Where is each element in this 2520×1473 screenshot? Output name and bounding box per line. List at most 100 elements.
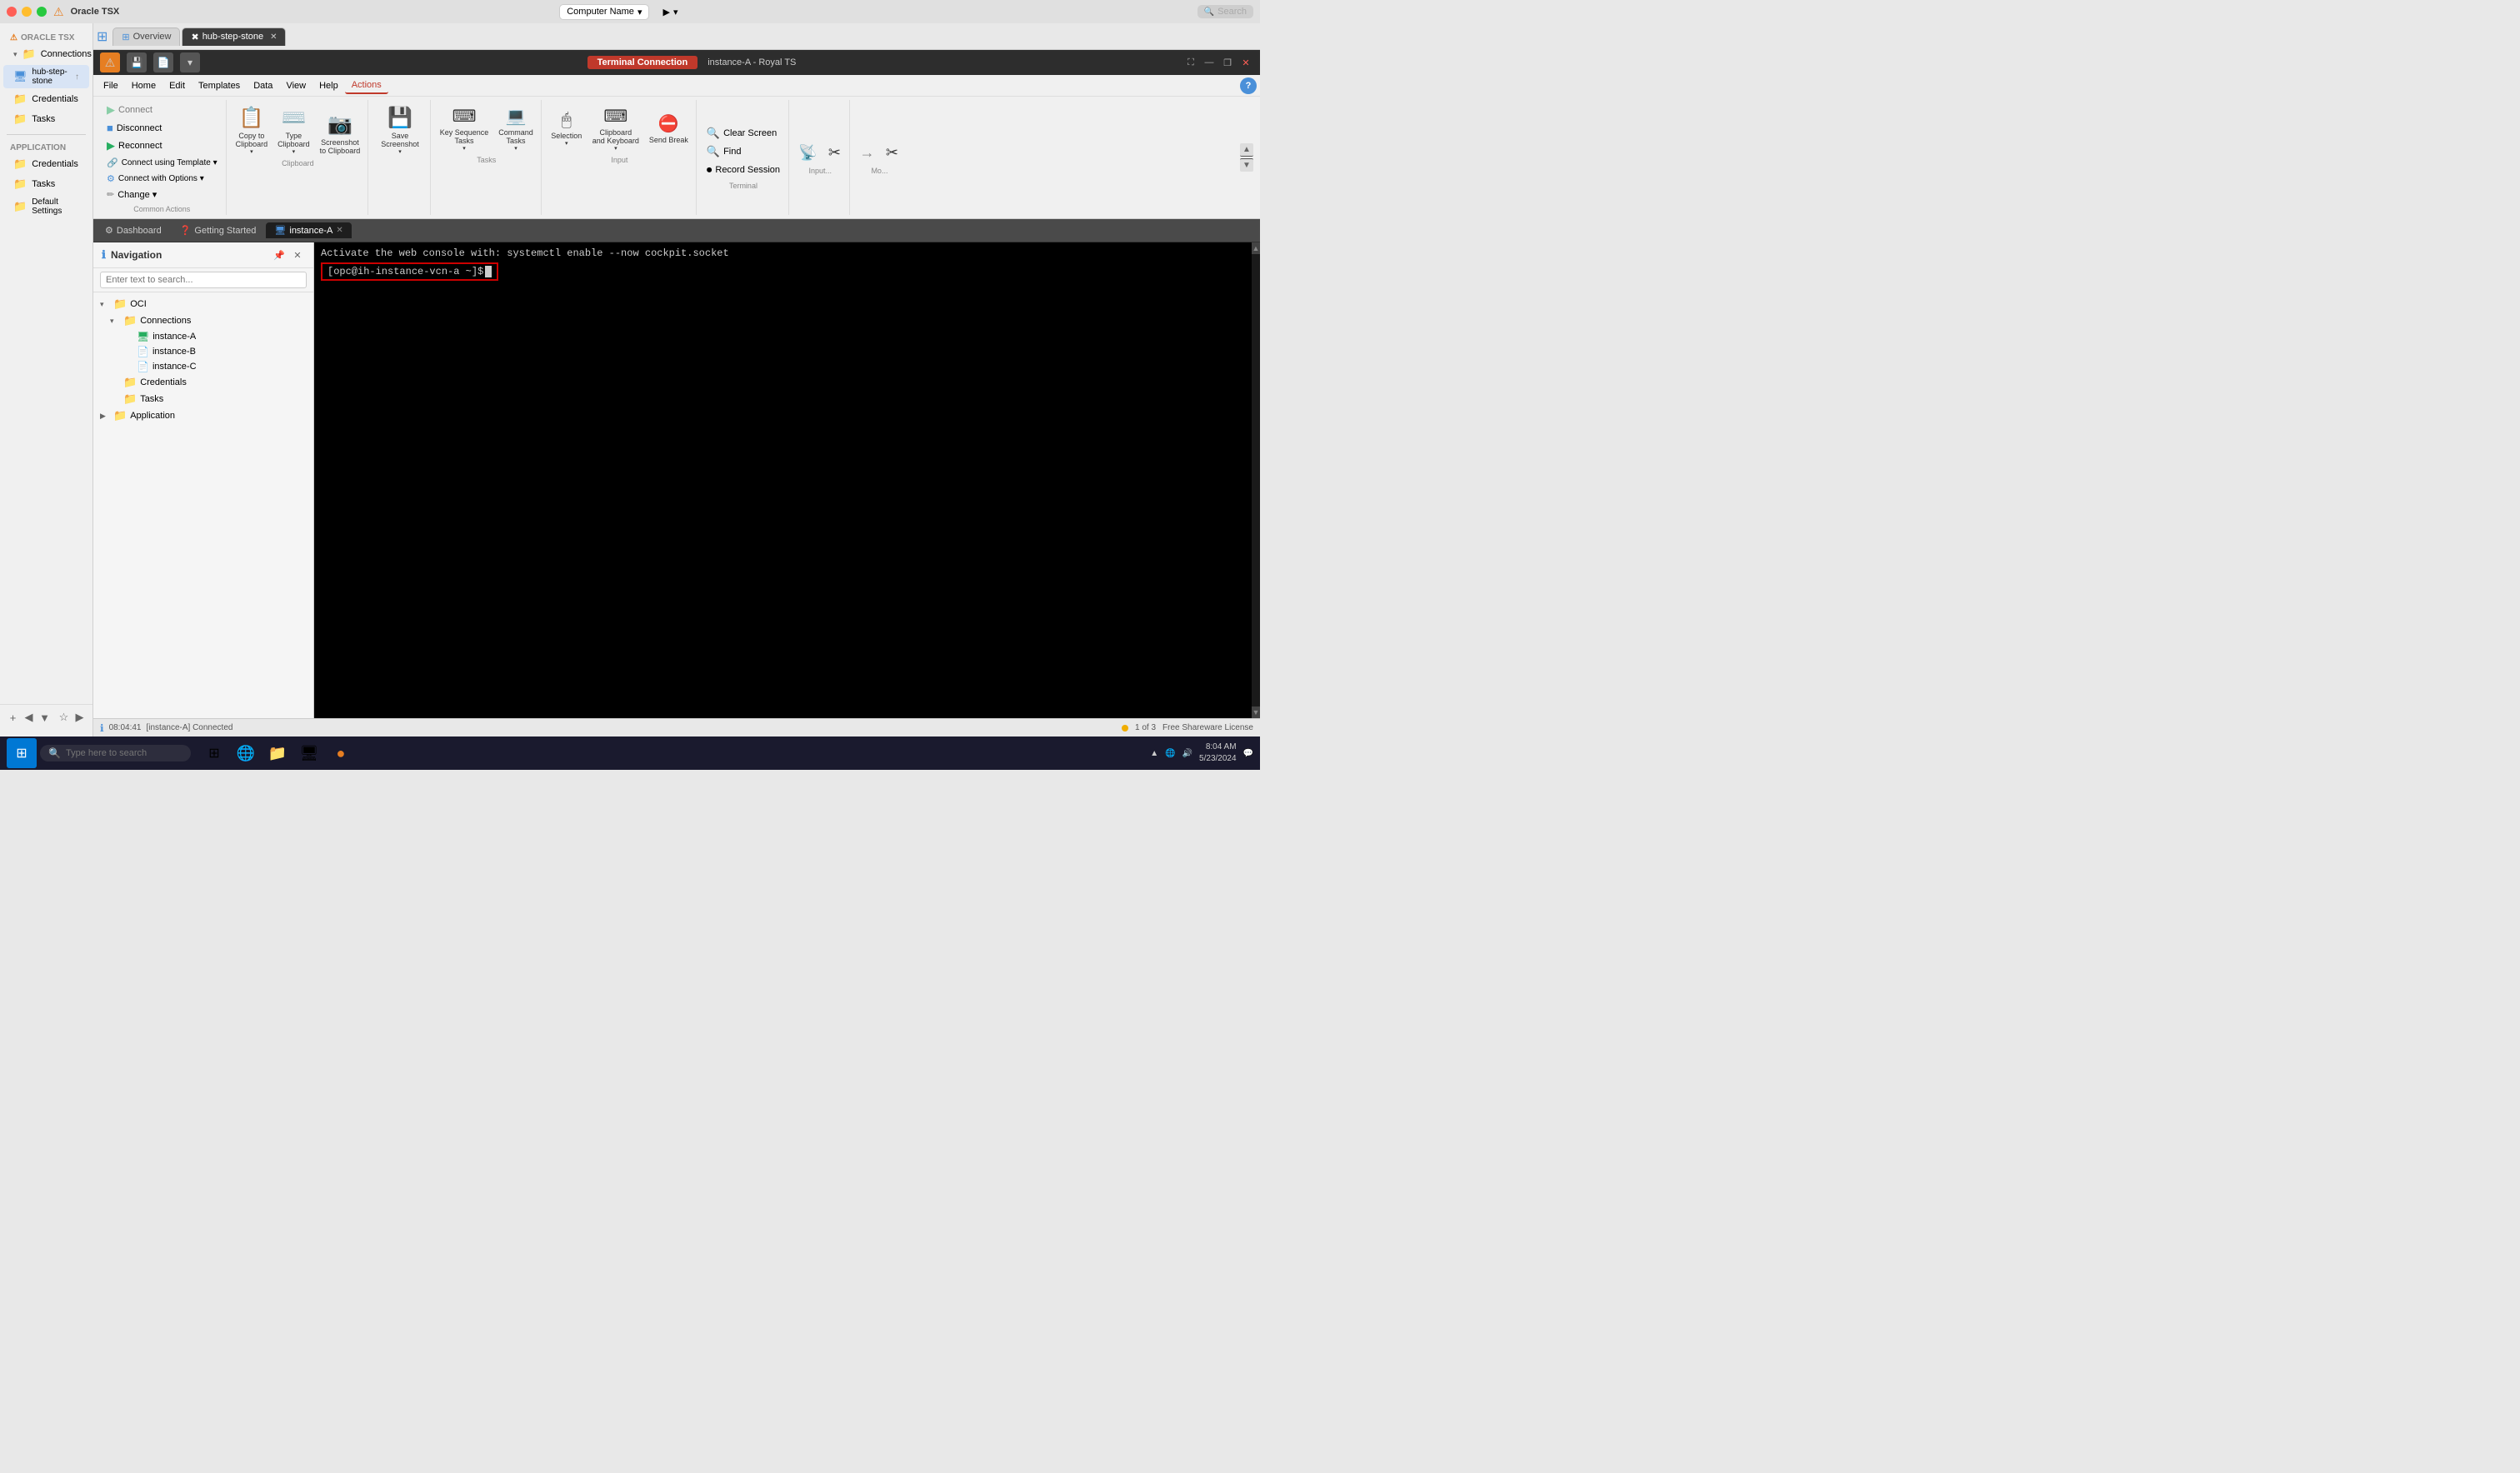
sidebar-item-app-tasks[interactable]: 📁 Tasks (3, 175, 89, 193)
taskbar-network-icon[interactable]: 🌐 (1165, 749, 1175, 758)
send-break-btn[interactable]: ⛔ Send Break (645, 102, 692, 154)
ribbon-content: ▶ Connect ■ Disconnect ▶ Reconnect 🔗 (93, 97, 1260, 218)
input2-btn1[interactable]: 📡 (794, 140, 821, 164)
main-content: ⊞ ⊞ Overview ✖ hub-step-stone ✕ ⚠ 💾 📄 ▾ (93, 23, 1260, 736)
rts-icon-btn-doc[interactable]: 📄 (153, 52, 173, 72)
help-icon[interactable]: ? (1240, 77, 1257, 94)
ribbon-scroll-down[interactable]: ▼ (1240, 158, 1253, 172)
rts-expand-btn[interactable]: ⛶ (1183, 55, 1198, 70)
more-btn1[interactable]: → (855, 140, 878, 164)
nav-pin-btn[interactable]: 📌 (272, 247, 287, 262)
global-search[interactable]: 🔍 Search (1198, 5, 1253, 18)
taskbar-search-input[interactable] (66, 748, 182, 758)
close-button[interactable] (7, 7, 17, 17)
minimize-button[interactable] (22, 7, 32, 17)
find-btn[interactable]: 🔍 Find (703, 143, 783, 160)
rts-icon-btn-dropdown[interactable]: ▾ (180, 52, 200, 72)
maximize-button[interactable] (37, 7, 47, 17)
nav-header: ℹ Navigation 📌 ✕ (93, 242, 313, 268)
more-btn2[interactable]: ✂ (880, 140, 903, 164)
menu-templates[interactable]: Templates (192, 78, 247, 93)
reconnect-btn[interactable]: ▶ Reconnect (103, 137, 221, 154)
rts-restore-btn[interactable]: ❐ (1220, 55, 1235, 70)
taskbar-icon-edge[interactable]: 🌐 (232, 740, 259, 766)
add-bottom-btn[interactable]: + (7, 708, 19, 727)
taskbar-icon-folder[interactable]: 📁 (264, 740, 291, 766)
sidebar-item-credentials[interactable]: 📁 Credentials (3, 90, 89, 108)
screenshot-clipboard-btn[interactable]: 📷 Screenshotto Clipboard (316, 108, 365, 157)
tree-item-instance-a[interactable]: ▾ 🖥 instance-A (93, 329, 313, 344)
menu-file[interactable]: File (97, 78, 125, 93)
taskbar-notification-icon[interactable]: 💬 (1243, 749, 1253, 758)
command-tasks-btn[interactable]: 💻 CommandTasks ▾ (494, 102, 538, 154)
app-tasks-folder-icon: 📁 (13, 177, 27, 191)
input2-btn2[interactable]: ✂ (822, 140, 846, 164)
play-bottom-btn[interactable]: ▶ (73, 708, 86, 727)
taskbar-search[interactable]: 🔍 (40, 745, 191, 761)
more-group: → ✂ Mo... (852, 100, 907, 215)
rts-icon-btn-1[interactable]: ⚠ (100, 52, 120, 72)
tree-item-credentials-nav[interactable]: ▾ 📁 Credentials (93, 374, 313, 391)
selection-btn[interactable]: 🖱 Selection ▾ (547, 102, 587, 154)
taskbar-icon-terminal[interactable]: 🖥 (296, 740, 322, 766)
connect-options-btn[interactable]: ⚙ Connect with Options ▾ (103, 172, 221, 186)
tree-item-instance-b[interactable]: ▾ 📄 instance-B (93, 344, 313, 359)
session-tab-close-icon[interactable]: ✕ (336, 226, 342, 235)
copy-to-clipboard-btn[interactable]: 📋 Copy toClipboard ▾ (232, 102, 272, 157)
menu-edit[interactable]: Edit (162, 78, 192, 93)
rts-icon-btn-save[interactable]: 💾 (127, 52, 147, 72)
tab-overview[interactable]: ⊞ Overview (112, 27, 180, 46)
sidebar-item-default-settings[interactable]: 📁 Default Settings (3, 195, 89, 218)
down-bottom-btn[interactable]: ▼ (38, 708, 51, 727)
clipboard-keyboard-btn[interactable]: ⌨ Clipboardand Keyboard ▾ (588, 102, 643, 154)
change-btn[interactable]: ✏ Change ▾ (103, 187, 221, 202)
taskbar-volume-icon[interactable]: 🔊 (1182, 749, 1192, 758)
save-screenshot-btn[interactable]: 💾 SaveScreenshot ▾ (377, 102, 423, 157)
tree-item-instance-c[interactable]: ▾ 📄 instance-C (93, 359, 313, 374)
key-sequence-btn[interactable]: ⌨ Key SequenceTasks ▾ (436, 102, 493, 154)
rts-minimize-btn[interactable]: — (1202, 55, 1217, 70)
taskbar-icon-app[interactable]: ● (328, 740, 354, 766)
session-tab-getting-started[interactable]: ❓ Getting Started (172, 222, 265, 238)
sidebar-item-app-credentials[interactable]: 📁 Credentials (3, 155, 89, 173)
nav-search-input[interactable] (100, 272, 307, 288)
menu-help[interactable]: Help (312, 78, 345, 93)
type-clipboard-btn[interactable]: ⌨️ TypeClipboard ▾ (273, 102, 314, 157)
menu-view[interactable]: View (279, 78, 312, 93)
rts-close-btn[interactable]: ✕ (1238, 55, 1253, 70)
sidebar-item-tasks[interactable]: 📁 Tasks (3, 110, 89, 128)
scroll-down-btn[interactable]: ▼ (1252, 707, 1260, 718)
grid-icon: ⊞ (97, 28, 108, 45)
terminal-content[interactable]: Activate the web console with: systemctl… (314, 242, 1260, 718)
play-button[interactable]: ▶ ▾ (656, 5, 684, 19)
tab-hub-step-stone[interactable]: ✖ hub-step-stone ✕ (182, 27, 286, 46)
nav-close-btn[interactable]: ✕ (290, 247, 305, 262)
ribbon-scroll-up[interactable]: ▲ (1240, 143, 1253, 157)
taskbar-icon-apps[interactable]: ⊞ (201, 740, 228, 766)
record-session-btn[interactable]: ⏺ Record Session (703, 162, 783, 178)
connect-template-btn[interactable]: 🔗 Connect using Template ▾ (103, 156, 221, 170)
tree-item-tasks-nav[interactable]: ▾ 📁 Tasks (93, 391, 313, 407)
menu-home[interactable]: Home (125, 78, 162, 93)
prev-bottom-btn[interactable]: ◀ (22, 708, 35, 727)
menu-actions[interactable]: Actions (345, 77, 388, 94)
taskbar-up-icon[interactable]: ▲ (1150, 749, 1158, 758)
session-tab-instance-a[interactable]: 🖥 instance-A ✕ (266, 222, 351, 238)
terminal-pane[interactable]: Activate the web console with: systemctl… (314, 242, 1260, 718)
star-bottom-btn[interactable]: ☆ (58, 708, 70, 727)
clear-screen-btn[interactable]: 🔍 Clear Screen (703, 125, 783, 142)
menu-data[interactable]: Data (247, 78, 279, 93)
sidebar-item-hub-step-stone[interactable]: 🖥 hub-step-stone ↑ (3, 65, 89, 88)
sidebar-item-connections[interactable]: ▾ 📁 Connections (3, 45, 89, 63)
session-tab-dashboard[interactable]: ⚙ Dashboard (97, 222, 170, 238)
terminal-scrollbar[interactable]: ▲ ▼ (1252, 242, 1260, 718)
scroll-up-btn[interactable]: ▲ (1252, 242, 1260, 254)
tree-item-application[interactable]: ▶ 📁 Application (93, 407, 313, 424)
connect-btn[interactable]: ▶ Connect (103, 102, 221, 118)
computer-name-dropdown[interactable]: Computer Name ▾ (559, 4, 649, 20)
start-button[interactable]: ⊞ (7, 738, 37, 768)
tab-close-icon[interactable]: ✕ (270, 32, 277, 42)
disconnect-btn[interactable]: ■ Disconnect (103, 120, 221, 136)
tree-item-connections[interactable]: ▾ 📁 Connections (93, 312, 313, 329)
tree-item-oci[interactable]: ▾ 📁 OCI (93, 296, 313, 312)
